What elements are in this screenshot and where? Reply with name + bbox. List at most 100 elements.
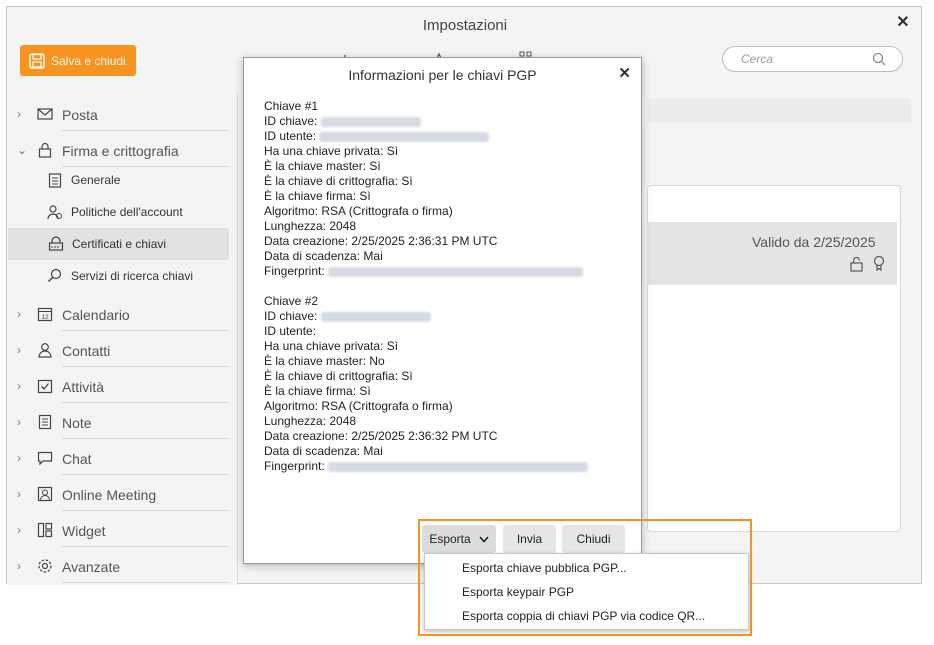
key1-algo: Algoritmo: RSA (Crittografa o firma): [264, 204, 453, 218]
key2-id-label: ID chiave:: [264, 309, 318, 323]
lock-icon: [38, 142, 52, 158]
chevron-right-icon: ›: [17, 415, 21, 429]
sidebar-item-widget[interactable]: › Widget: [7, 514, 237, 548]
sidebar-item-notes[interactable]: › Note: [7, 406, 237, 440]
calendar-day: 12: [41, 314, 49, 321]
divider: [62, 130, 229, 131]
sidebar-item-label: Note: [62, 415, 92, 431]
sidebar-item-contacts[interactable]: › Contatti: [7, 334, 237, 368]
search-placeholder: Cerca: [741, 52, 774, 66]
sidebar: › Posta ⌄ Firma e crittografia Generale …: [7, 92, 237, 585]
sidebar-item-label: Posta: [62, 107, 98, 123]
content-header-bar: [647, 99, 911, 123]
sidebar-subitem-general[interactable]: Generale: [7, 164, 237, 196]
sidebar-subitem-label: Generale: [71, 173, 121, 187]
chevron-right-icon: ›: [17, 307, 21, 321]
sidebar-item-posta[interactable]: › Posta: [7, 98, 237, 132]
key1-private: Ha una chiave privata: Sì: [264, 144, 399, 158]
certificate-row[interactable]: [647, 222, 897, 285]
chevron-right-icon: ›: [17, 559, 21, 573]
key1-header: Chiave #1: [264, 99, 319, 113]
key1-fingerprint: Fingerprint:: [264, 264, 584, 278]
sidebar-subitem-label: Certificati e chiavi: [72, 237, 167, 251]
key1-created: Data creazione: 2/25/2025 2:36:31 PM UTC: [264, 234, 498, 248]
window-title: Impostazioni: [422, 17, 508, 34]
divider: [62, 438, 229, 439]
sidebar-subitem-account-policies[interactable]: Politiche dell'account: [7, 196, 237, 228]
search-input[interactable]: Cerca: [722, 46, 903, 72]
key2-user-label: ID utente:: [264, 324, 317, 338]
mail-icon: [37, 108, 53, 120]
sidebar-item-label: Contatti: [62, 343, 111, 359]
sidebar-item-calendar[interactable]: › 12 Calendario: [7, 298, 237, 332]
sidebar-item-label: Avanzate: [62, 559, 121, 575]
key1-id-label: ID chiave:: [264, 114, 318, 128]
key2-user: ID utente:: [264, 324, 316, 338]
sidebar-item-label: Online Meeting: [62, 487, 157, 503]
sidebar-item-chat[interactable]: › Chat: [7, 442, 237, 476]
note-icon: [38, 414, 52, 430]
key-search-icon: [48, 268, 62, 282]
chevron-right-icon: ›: [17, 487, 21, 501]
sidebar-item-signature-encryption[interactable]: ⌄ Firma e crittografia: [7, 134, 237, 168]
key1-crypt: È la chiave di crittografia: Sì: [264, 174, 413, 188]
key1-id: ID chiave:: [264, 114, 421, 128]
key2-sign: È la chiave firma: Sì: [264, 384, 371, 398]
redacted-value: [320, 311, 431, 322]
key2-created: Data creazione: 2/25/2025 2:36:32 PM UTC: [264, 429, 498, 443]
sidebar-subitem-key-lookup-services[interactable]: Servizi di ricerca chiavi: [7, 260, 237, 292]
key1-master: È la chiave master: Sì: [264, 159, 381, 173]
key2-expiry: Data di scadenza: Mai: [264, 444, 383, 458]
sidebar-item-label: Widget: [62, 523, 106, 539]
key2-id: ID chiave:: [264, 309, 431, 323]
divider: [62, 510, 229, 511]
key2-algo: Algoritmo: RSA (Crittografa o firma): [264, 399, 453, 413]
sidebar-item-advanced[interactable]: › Avanzate: [7, 550, 237, 584]
key2-length: Lunghezza: 2048: [264, 414, 357, 428]
chevron-right-icon: ›: [17, 523, 21, 537]
sidebar-item-label: Firma e crittografia: [62, 143, 179, 159]
clipboard-icon: [48, 173, 62, 188]
key1-expiry: Data di scadenza: Mai: [264, 249, 383, 263]
sidebar-divider: [237, 92, 238, 585]
save-and-close-button[interactable]: Salva e chiudi: [20, 45, 136, 76]
meeting-icon: [37, 486, 53, 502]
sidebar-item-online-meeting[interactable]: › Online Meeting: [7, 478, 237, 512]
chevron-right-icon: ›: [17, 379, 21, 393]
sidebar-subitem-label: Politiche dell'account: [71, 205, 183, 219]
key1-sign: È la chiave firma: Sì: [264, 189, 371, 203]
key2-fingerprint: Fingerprint:: [264, 459, 589, 473]
key2-crypt: È la chiave di crittografia: Sì: [264, 369, 413, 383]
key1-length: Lunghezza: 2048: [264, 219, 357, 233]
chat-icon: [37, 451, 53, 466]
key2-private: Ha una chiave privata: Sì: [264, 339, 399, 353]
key1-user: ID utente:: [264, 129, 490, 143]
sidebar-item-label: Calendario: [62, 307, 130, 323]
divider: [62, 474, 229, 475]
lock-open-icon: [850, 256, 863, 272]
sidebar-subitem-certificates-keys[interactable]: Certificati e chiavi: [8, 228, 229, 260]
key2-header: Chiave #2: [264, 294, 319, 308]
redacted-value: [328, 266, 584, 277]
divider: [62, 366, 229, 367]
sidebar-item-tasks[interactable]: › Attività: [7, 370, 237, 404]
chevron-right-icon: ›: [17, 107, 21, 121]
close-icon[interactable]: ✕: [895, 15, 911, 31]
key1-fp-label: Fingerprint:: [264, 264, 325, 278]
badge-icon: [873, 255, 885, 272]
certificate-icon: [48, 236, 64, 251]
chevron-down-icon: ⌄: [17, 143, 28, 157]
gear-icon: [38, 559, 52, 573]
dialog-title: Informazioni per le chiavi PGP: [348, 67, 537, 83]
valid-from-text: Valido da 2/25/2025: [752, 234, 876, 250]
key2-master: È la chiave master: No: [264, 354, 385, 368]
search-icon[interactable]: [872, 52, 886, 66]
key2-fp-label: Fingerprint:: [264, 459, 325, 473]
redacted-value: [328, 461, 589, 472]
chevron-right-icon: ›: [17, 343, 21, 357]
sidebar-item-label: Chat: [62, 451, 92, 467]
save-button-label: Salva e chiudi: [51, 53, 126, 68]
sidebar-subitem-label: Servizi di ricerca chiavi: [71, 269, 194, 283]
close-icon[interactable]: ✕: [618, 64, 631, 82]
calendar-icon: 12: [37, 307, 53, 322]
